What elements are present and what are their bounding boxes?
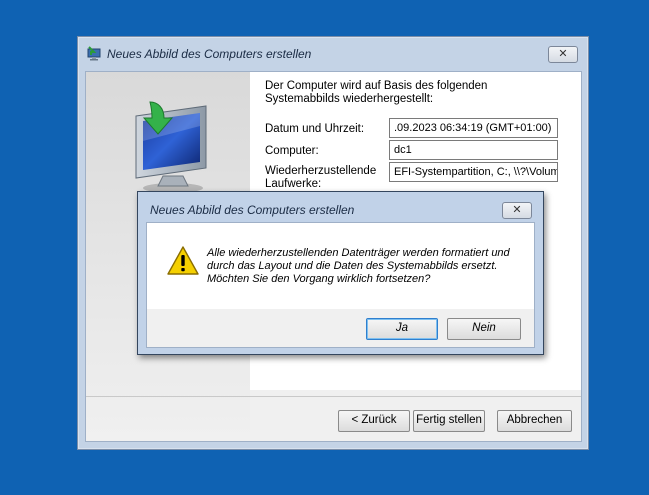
- datetime-field[interactable]: .09.2023 06:34:19 (GMT+01:00): [389, 118, 558, 138]
- close-icon: ✕: [512, 204, 522, 216]
- back-button[interactable]: < Zurück: [338, 410, 410, 432]
- finish-button[interactable]: Fertig stellen: [413, 410, 485, 432]
- drives-label-line1: Wiederherzustellende: [265, 165, 377, 177]
- dialog-message-line1: Alle wiederherzustellenden Datenträger w…: [207, 247, 510, 259]
- dialog-message: Alle wiederherzustellenden Datenträger w…: [207, 247, 527, 286]
- drives-field[interactable]: EFI-Systempartition, C:, \\?\Volum: [389, 162, 558, 182]
- dialog-title: Neues Abbild des Computers erstellen: [150, 203, 355, 217]
- drives-label: Wiederherzustellende Laufwerke:: [265, 165, 376, 191]
- computer-field[interactable]: dc1: [389, 140, 558, 160]
- dialog-message-line3: Möchten Sie den Vorgang wirklich fortset…: [207, 273, 431, 285]
- window-app-icon: [86, 46, 102, 65]
- main-titlebar[interactable]: Neues Abbild des Computers erstellen ✕: [78, 37, 588, 71]
- backup-monitor-icon: [118, 96, 218, 199]
- dialog-client-area: Alle wiederherzustellenden Datenträger w…: [146, 222, 535, 348]
- confirm-dialog: Neues Abbild des Computers erstellen ✕ A…: [137, 191, 544, 355]
- datetime-label: Datum und Uhrzeit:: [265, 123, 365, 135]
- no-button[interactable]: Nein: [447, 318, 521, 340]
- cancel-button[interactable]: Abbrechen: [497, 410, 572, 432]
- dialog-message-line2: durch das Layout und die Daten des Syste…: [207, 260, 498, 272]
- warning-icon: [166, 245, 200, 280]
- dialog-message-area: Alle wiederherzustellenden Datenträger w…: [147, 223, 534, 309]
- close-icon: ✕: [558, 48, 568, 60]
- yes-button[interactable]: Ja: [366, 318, 438, 340]
- dialog-close-button[interactable]: ✕: [502, 202, 532, 219]
- button-divider: [86, 396, 581, 397]
- main-close-button[interactable]: ✕: [548, 46, 578, 63]
- intro-text: Der Computer wird auf Basis des folgende…: [265, 80, 488, 105]
- drives-label-line2: Laufwerke:: [265, 178, 322, 190]
- main-window-title: Neues Abbild des Computers erstellen: [107, 47, 312, 61]
- dialog-titlebar[interactable]: Neues Abbild des Computers erstellen ✕: [138, 192, 543, 222]
- computer-label: Computer:: [265, 145, 319, 157]
